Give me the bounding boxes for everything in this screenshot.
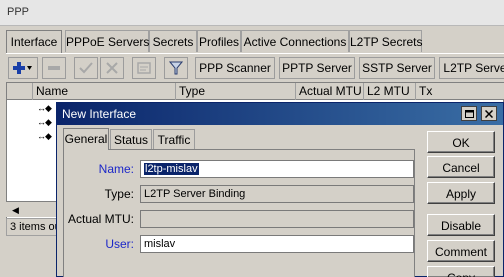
column-name[interactable]: Name — [33, 83, 176, 100]
ppp-scanner-button[interactable]: PPP Scanner — [195, 57, 275, 79]
user-field[interactable]: mislav — [140, 235, 414, 253]
apply-button[interactable]: Apply — [427, 182, 495, 204]
new-interface-dialog: New Interface General Status Traffic Nam… — [56, 102, 504, 277]
ok-button[interactable]: OK — [427, 131, 495, 153]
actual-mtu-label: Actual MTU: — [67, 212, 134, 226]
user-label: User: — [105, 237, 134, 251]
window-title: PPP — [7, 6, 30, 18]
name-value: l2tp-mislav — [144, 163, 199, 175]
column-type[interactable]: Type — [176, 83, 296, 100]
cancel-button[interactable]: Cancel — [427, 156, 495, 178]
filter-button[interactable] — [164, 57, 188, 79]
sstp-server-button[interactable]: SSTP Server — [359, 57, 435, 79]
tab-profiles[interactable]: Profiles — [197, 30, 241, 52]
tab-general[interactable]: General — [63, 128, 109, 150]
table-header: Name Type Actual MTU L2 MTU Tx — [7, 83, 504, 100]
column-l2-mtu[interactable]: L2 MTU — [364, 83, 416, 100]
disable-button[interactable] — [100, 57, 124, 79]
tab-traffic[interactable]: Traffic — [153, 129, 195, 149]
tab-active-connections[interactable]: Active Connections — [241, 30, 349, 52]
maximize-icon — [464, 109, 474, 118]
cross-icon — [106, 62, 118, 74]
interface-icon: ↔◆ — [37, 131, 52, 141]
check-icon — [79, 62, 93, 74]
close-icon — [485, 109, 493, 118]
tab-pppoe-servers[interactable]: PPPoE Servers — [65, 30, 149, 52]
remove-button[interactable] — [42, 57, 66, 79]
type-field: L2TP Server Binding — [140, 185, 414, 203]
tab-l2tp-secrets[interactable]: L2TP Secrets — [349, 30, 422, 52]
maximize-button[interactable] — [461, 106, 477, 121]
column-actual-mtu[interactable]: Actual MTU — [296, 83, 364, 100]
comment-button[interactable] — [132, 57, 156, 79]
pptp-server-button[interactable]: PPTP Server — [279, 57, 355, 79]
interface-icon: ↔◆ — [37, 117, 52, 127]
disable-button[interactable]: Disable — [427, 214, 495, 236]
minus-icon — [48, 66, 60, 70]
copy-button[interactable]: Copy — [427, 266, 495, 277]
name-field[interactable]: l2tp-mislav — [140, 160, 414, 178]
general-panel: Name: l2tp-mislav Type: L2TP Server Bind… — [63, 149, 415, 277]
note-icon — [137, 62, 151, 74]
name-label: Name: — [98, 162, 134, 176]
tab-secrets[interactable]: Secrets — [149, 30, 197, 52]
dialog-title: New Interface — [62, 107, 137, 121]
dialog-titlebar[interactable]: New Interface — [57, 103, 503, 125]
interface-icon: ↔◆ — [37, 103, 52, 113]
add-button[interactable] — [8, 57, 38, 79]
actual-mtu-field — [140, 210, 414, 228]
column-flag[interactable] — [7, 83, 33, 100]
comment-button[interactable]: Comment — [427, 240, 495, 262]
column-tx[interactable]: Tx — [416, 83, 504, 100]
l2tp-server-button[interactable]: L2TP Server — [439, 57, 504, 79]
type-label: Type: — [104, 187, 134, 201]
filter-icon — [169, 61, 183, 75]
plus-icon — [13, 62, 32, 74]
enable-button[interactable] — [74, 57, 98, 79]
close-button[interactable] — [481, 106, 497, 121]
window-titlebar[interactable]: PPP — [0, 0, 504, 26]
toolbar: PPP Scanner PPTP Server SSTP Server L2TP… — [6, 53, 504, 81]
tab-status[interactable]: Status — [110, 129, 152, 149]
tab-interface[interactable]: Interface — [6, 30, 62, 53]
